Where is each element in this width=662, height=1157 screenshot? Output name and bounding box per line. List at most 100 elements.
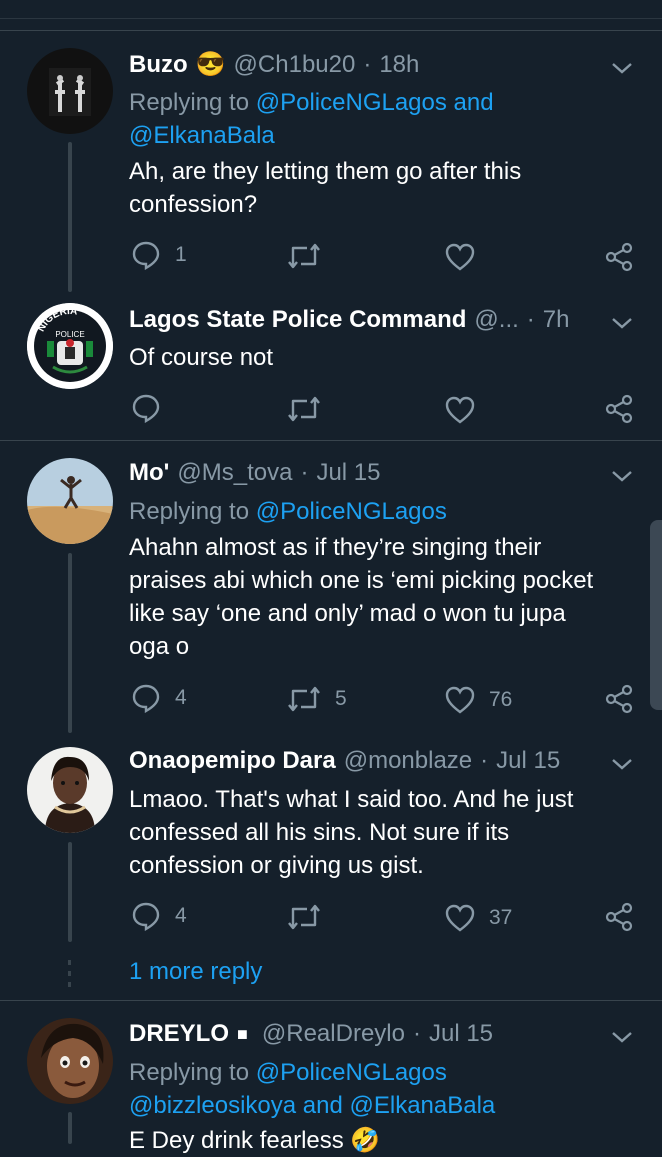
like-button[interactable] (445, 243, 475, 271)
retweet-button[interactable] (287, 903, 321, 931)
sunglasses-emoji: 😎 (195, 51, 226, 78)
like-icon (445, 396, 475, 424)
flag-badge: ■ (237, 1023, 248, 1044)
chevron-down-icon[interactable] (610, 752, 634, 776)
mention-link[interactable]: @PoliceNGLagos (256, 1059, 447, 1086)
share-button[interactable] (604, 242, 634, 272)
tweet-header: DREYLO ■ @RealDreylo · Jul 15 (129, 1020, 493, 1048)
mention-and: and (302, 1092, 343, 1119)
tweet-header: Buzo 😎 @Ch1bu20 · 18h (129, 50, 419, 79)
tweet-header: Mo' @Ms_tova · Jul 15 (129, 459, 380, 487)
avatar[interactable] (27, 458, 113, 544)
tweet-text: Lmaoo. That's what I said too. And he ju… (129, 783, 639, 882)
avatar[interactable] (27, 48, 113, 134)
share-icon (605, 902, 633, 932)
share-button[interactable] (604, 394, 634, 424)
chevron-down-icon[interactable] (610, 311, 634, 335)
timestamp[interactable]: Jul 15 (316, 459, 380, 487)
thread-dots (68, 960, 72, 988)
separator: · (363, 50, 372, 78)
reply-button[interactable] (131, 393, 161, 423)
share-button[interactable] (604, 684, 634, 714)
replying-prefix: Replying to (129, 89, 250, 116)
retweet-button[interactable] (287, 395, 321, 423)
avatar[interactable]: NIGERIA POLICE (27, 303, 113, 389)
avatar[interactable] (27, 747, 113, 833)
reply-count: 1 (175, 243, 187, 266)
tweet-text-line: Ahahn almost as if they’re singing their (129, 534, 542, 561)
like-icon (445, 686, 475, 714)
thread-line (68, 1112, 72, 1144)
like-icon (445, 243, 475, 271)
tweet-text-line: confession? (129, 191, 258, 218)
avatar[interactable] (27, 1018, 113, 1104)
mention-link[interactable]: @ElkanaBala (129, 122, 275, 149)
divider (0, 1000, 662, 1001)
retweet-icon (288, 396, 320, 422)
retweet-icon (288, 904, 320, 930)
separator: · (526, 306, 535, 333)
tweet-text-line: E Dey drink fearless 🤣 (129, 1127, 381, 1154)
tweet-text-line: oga o (129, 633, 190, 660)
chevron-down-icon[interactable] (610, 1025, 634, 1049)
chevron-down-icon[interactable] (610, 56, 634, 80)
display-name[interactable]: Lagos State Police Command (129, 306, 466, 334)
like-icon (445, 904, 475, 932)
like-button[interactable] (445, 396, 475, 424)
replying-to: Replying to @PoliceNGLagos and @ElkanaBa… (129, 86, 494, 152)
tweet-text-line: Ah, are they letting them go after this (129, 158, 522, 185)
share-icon (605, 242, 633, 272)
divider (0, 440, 662, 441)
share-icon (605, 684, 633, 714)
mention-link[interactable]: @bizzleosikoya (129, 1092, 296, 1119)
like-button[interactable]: 76 (445, 686, 512, 714)
handle[interactable]: @RealDreylo (262, 1020, 405, 1048)
police-logo-subtext: POLICE (55, 330, 84, 339)
tweet-header: Lagos State Police Command @... · 7h (129, 306, 569, 334)
retweet-count: 5 (335, 687, 347, 710)
handle[interactable]: @monblaze (344, 747, 472, 775)
more-replies-link[interactable]: 1 more reply (129, 958, 262, 986)
handle[interactable]: @Ms_tova (177, 459, 292, 487)
tweet-text: Ahahn almost as if they’re singing their… (129, 531, 639, 663)
mention-link[interactable]: @ElkanaBala (350, 1092, 496, 1119)
timestamp[interactable]: Jul 15 (496, 747, 560, 775)
mention-link[interactable]: @PoliceNGLagos (256, 498, 447, 525)
display-name[interactable]: Onaopemipo Dara (129, 747, 336, 775)
retweet-icon (288, 686, 320, 712)
share-button[interactable] (604, 902, 634, 932)
handle[interactable]: @Ch1bu20 (234, 51, 356, 79)
share-icon (605, 394, 633, 424)
handle[interactable]: @... (474, 306, 518, 334)
tweet-text-line: confession or giving us gist. (129, 852, 424, 879)
retweet-button[interactable]: 5 (287, 685, 347, 713)
tweet-text-line: Lmaoo. That's what I said too. And he ju… (129, 786, 574, 813)
tweet-text: Ah, are they letting them go after this … (129, 155, 639, 221)
tweet-text: E Dey drink fearless 🤣 (129, 1124, 639, 1157)
scrollbar-thumb[interactable] (650, 520, 662, 710)
chevron-down-icon[interactable] (610, 464, 634, 488)
reply-button[interactable]: 4 (131, 901, 187, 931)
reply-button[interactable]: 1 (131, 240, 187, 270)
tweet-text-line: confessed all his sins. Not sure if its (129, 819, 510, 846)
tweet-header: Onaopemipo Dara @monblaze · Jul 15 (129, 747, 560, 775)
divider (0, 30, 662, 31)
reply-icon (132, 684, 160, 713)
reply-icon (132, 241, 160, 270)
replying-prefix: Replying to (129, 498, 250, 525)
like-button[interactable]: 37 (445, 904, 512, 932)
display-name[interactable]: Mo' (129, 459, 169, 487)
like-count: 76 (489, 688, 513, 711)
display-name[interactable]: Buzo (129, 51, 188, 79)
reply-button[interactable]: 4 (131, 683, 187, 713)
replying-to: Replying to @PoliceNGLagos @bizzleosikoy… (129, 1056, 495, 1122)
timestamp[interactable]: 18h (379, 51, 419, 79)
separator: · (480, 747, 489, 774)
timestamp[interactable]: Jul 15 (429, 1020, 493, 1048)
thread-line (68, 842, 72, 942)
replying-prefix: Replying to (129, 1059, 250, 1086)
retweet-button[interactable] (287, 242, 321, 270)
timestamp[interactable]: 7h (543, 306, 570, 334)
mention-link[interactable]: @PoliceNGLagos and (256, 89, 494, 116)
display-name[interactable]: DREYLO (129, 1020, 229, 1048)
